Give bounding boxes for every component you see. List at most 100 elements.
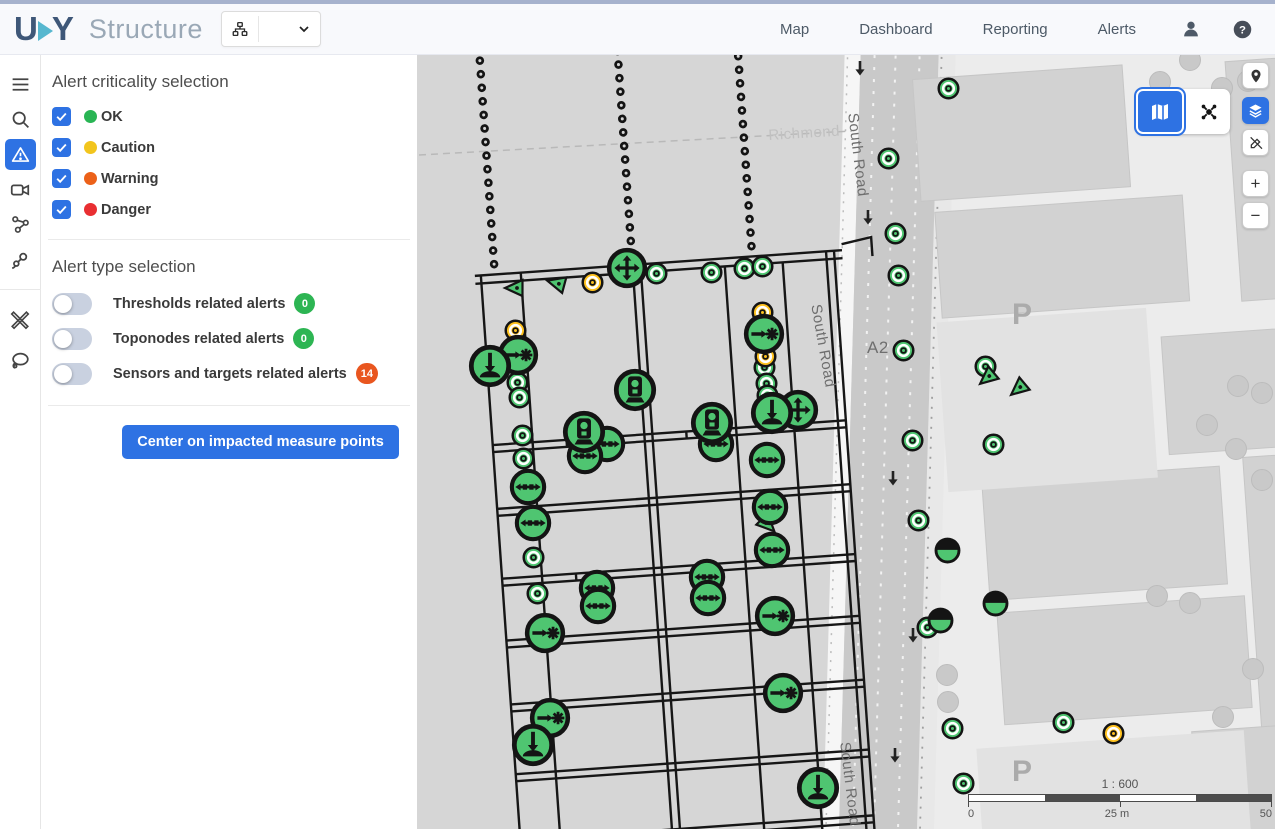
- project-selector[interactable]: [221, 11, 321, 47]
- scene-view-button[interactable]: [1182, 89, 1230, 134]
- panel-divider-2: [48, 405, 410, 406]
- map-marker-crack[interactable]: [753, 531, 791, 569]
- drone-icon: [1198, 101, 1220, 123]
- toponodes-label: Toponodes related alerts: [113, 331, 284, 347]
- nav-reporting[interactable]: Reporting: [983, 21, 1048, 38]
- help-icon[interactable]: ?: [1232, 19, 1253, 40]
- map-marker-crack[interactable]: [689, 579, 727, 617]
- map-marker-level[interactable]: [982, 590, 1009, 617]
- map-marker-target[interactable]: [526, 582, 549, 605]
- map-marker-target[interactable]: [700, 261, 723, 284]
- zoom-in-button[interactable]: +: [1242, 170, 1269, 197]
- map-marker-laser[interactable]: [754, 595, 796, 637]
- map-marker-laser[interactable]: [743, 313, 785, 355]
- map-marker-station[interactable]: [613, 368, 657, 412]
- map-marker-station[interactable]: [562, 410, 606, 454]
- map-marker-target[interactable]: [884, 222, 907, 245]
- zoom-out-button[interactable]: −: [1242, 202, 1269, 229]
- toolbar-divider: [0, 289, 41, 290]
- sensors-icon[interactable]: [0, 242, 41, 277]
- lasso-icon[interactable]: [0, 343, 41, 378]
- tree: [1242, 658, 1264, 680]
- nav-map[interactable]: Map: [780, 21, 809, 38]
- map-marker-target[interactable]: [901, 429, 924, 452]
- map-marker-target[interactable]: [892, 339, 915, 362]
- map-view-button[interactable]: [1136, 89, 1184, 134]
- thresholds-toggle[interactable]: [52, 293, 92, 315]
- locate-button[interactable]: [1242, 62, 1269, 89]
- map-marker-arrow: [885, 470, 901, 486]
- user-icon[interactable]: [1180, 18, 1202, 40]
- tree: [1179, 592, 1201, 614]
- svg-text:?: ?: [1239, 24, 1246, 36]
- toggle-knob: [54, 365, 72, 383]
- nav-dashboard[interactable]: Dashboard: [859, 21, 932, 38]
- warning-triangle-icon: [5, 139, 36, 170]
- map-marker-target[interactable]: [887, 264, 910, 287]
- center-on-impacted-button[interactable]: Center on impacted measure points: [122, 425, 399, 459]
- map-marker-settle[interactable]: [796, 766, 840, 810]
- map-marker-prism[interactable]: [502, 276, 526, 300]
- map-marker-target[interactable]: [907, 509, 930, 532]
- map-marker-target[interactable]: [941, 717, 964, 740]
- map-marker-settle[interactable]: [468, 344, 512, 388]
- thresholds-label: Thresholds related alerts: [113, 296, 285, 312]
- map-canvas[interactable]: South RoadSouth RoadSouth RoadA2Richmond…: [417, 55, 1275, 829]
- map-marker-target[interactable]: [751, 255, 774, 278]
- map-marker-target[interactable]: [508, 386, 531, 409]
- map-marker-target[interactable]: [937, 77, 960, 100]
- caution-checkbox[interactable]: [52, 138, 71, 157]
- map-marker-crack[interactable]: [514, 504, 552, 542]
- layers-icon: [1247, 102, 1264, 119]
- map-scalebar: 1 : 600 0 25 m 50: [968, 777, 1272, 820]
- map-marker-crack[interactable]: [509, 468, 547, 506]
- map-marker-crack[interactable]: [751, 488, 789, 526]
- search-icon[interactable]: [0, 102, 41, 137]
- nav-alerts[interactable]: Alerts: [1098, 21, 1136, 38]
- nodes-icon[interactable]: [0, 207, 41, 242]
- warning-checkbox[interactable]: [52, 169, 71, 188]
- map-marker-settle[interactable]: [750, 391, 794, 435]
- sensors-label: Sensors and targets related alerts: [113, 366, 347, 382]
- map-marker-arrow: [887, 747, 903, 763]
- map-marker-target[interactable]: [522, 546, 545, 569]
- ok-checkbox[interactable]: [52, 107, 71, 126]
- alert-type-title: Alert type selection: [52, 257, 417, 277]
- sensors-toggle[interactable]: [52, 363, 92, 385]
- map-marker-ytarget[interactable]: [1102, 722, 1125, 745]
- toponodes-toggle[interactable]: [52, 328, 92, 350]
- toggle-row-sensors: Sensors and targets related alerts 14: [52, 356, 417, 391]
- map-marker-laser[interactable]: [762, 672, 804, 714]
- map-marker-target[interactable]: [512, 447, 535, 470]
- map-marker-ytarget[interactable]: [581, 271, 604, 294]
- map-marker-target[interactable]: [1052, 711, 1075, 734]
- map-marker-target[interactable]: [877, 147, 900, 170]
- logo-letter-y: Y: [52, 10, 73, 48]
- map-marker-station[interactable]: [690, 401, 734, 445]
- tree: [936, 664, 958, 686]
- map-marker-settle[interactable]: [511, 723, 555, 767]
- map-marker-crack[interactable]: [748, 441, 786, 479]
- panel-divider-1: [48, 239, 410, 240]
- map-marker-target[interactable]: [511, 424, 534, 447]
- annotations-off-button[interactable]: [1242, 129, 1269, 156]
- map-marker-laser[interactable]: [524, 612, 566, 654]
- warning-label: Warning: [101, 171, 158, 187]
- view-mode-toggle: [1136, 89, 1230, 134]
- menu-icon[interactable]: [0, 67, 41, 102]
- camera-icon[interactable]: [0, 172, 41, 207]
- alerts-tool-active[interactable]: [0, 137, 41, 172]
- app-logo[interactable]: U Y: [14, 10, 73, 48]
- map-marker-level[interactable]: [927, 607, 954, 634]
- tools-icon[interactable]: [0, 302, 41, 337]
- danger-checkbox[interactable]: [52, 200, 71, 219]
- map-marker-crack[interactable]: [579, 587, 617, 625]
- layers-button[interactable]: [1242, 97, 1269, 124]
- tree: [1212, 706, 1234, 728]
- thresholds-count-badge: 0: [294, 293, 315, 314]
- criticality-row-caution: Caution: [52, 132, 417, 163]
- tree: [1251, 382, 1273, 404]
- map-marker-move[interactable]: [606, 247, 648, 289]
- map-marker-target[interactable]: [982, 433, 1005, 456]
- map-marker-level[interactable]: [934, 537, 961, 564]
